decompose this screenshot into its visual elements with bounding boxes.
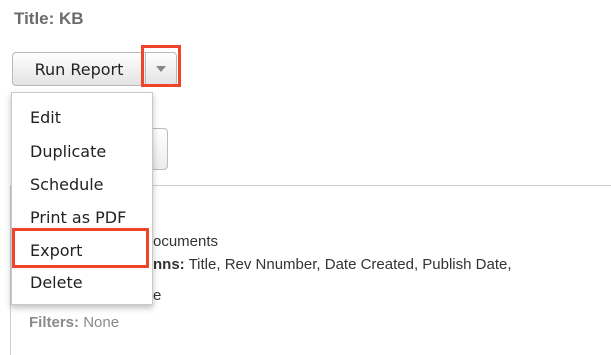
highlight-box-export [12,228,149,268]
module-value: ocuments [153,233,219,250]
report-title: Title: KB [14,9,84,28]
run-report-button[interactable]: Run Report [12,52,145,86]
menu-item-duplicate[interactable]: Duplicate [30,142,106,161]
display-columns-row: nns: Title, Rev Nnumber, Date Created, P… [153,256,512,273]
actions-dropdown-menu: Edit Duplicate Schedule Print as PDF Exp… [11,92,153,305]
filters-value: None [83,314,120,331]
group-value: e [153,287,162,304]
menu-item-schedule[interactable]: Schedule [30,175,104,194]
menu-item-delete[interactable]: Delete [30,273,83,292]
filters-label: Filters: [29,314,80,331]
menu-item-print-as-pdf[interactable]: Print as PDF [30,208,126,227]
filters-row: Filters: None [29,314,119,331]
display-columns-label: nns: [153,256,185,273]
highlight-box-dropdown-toggle [141,45,181,87]
display-columns-value: Title, Rev Nnumber, Date Created, Publis… [188,256,512,273]
menu-item-edit[interactable]: Edit [30,108,61,127]
